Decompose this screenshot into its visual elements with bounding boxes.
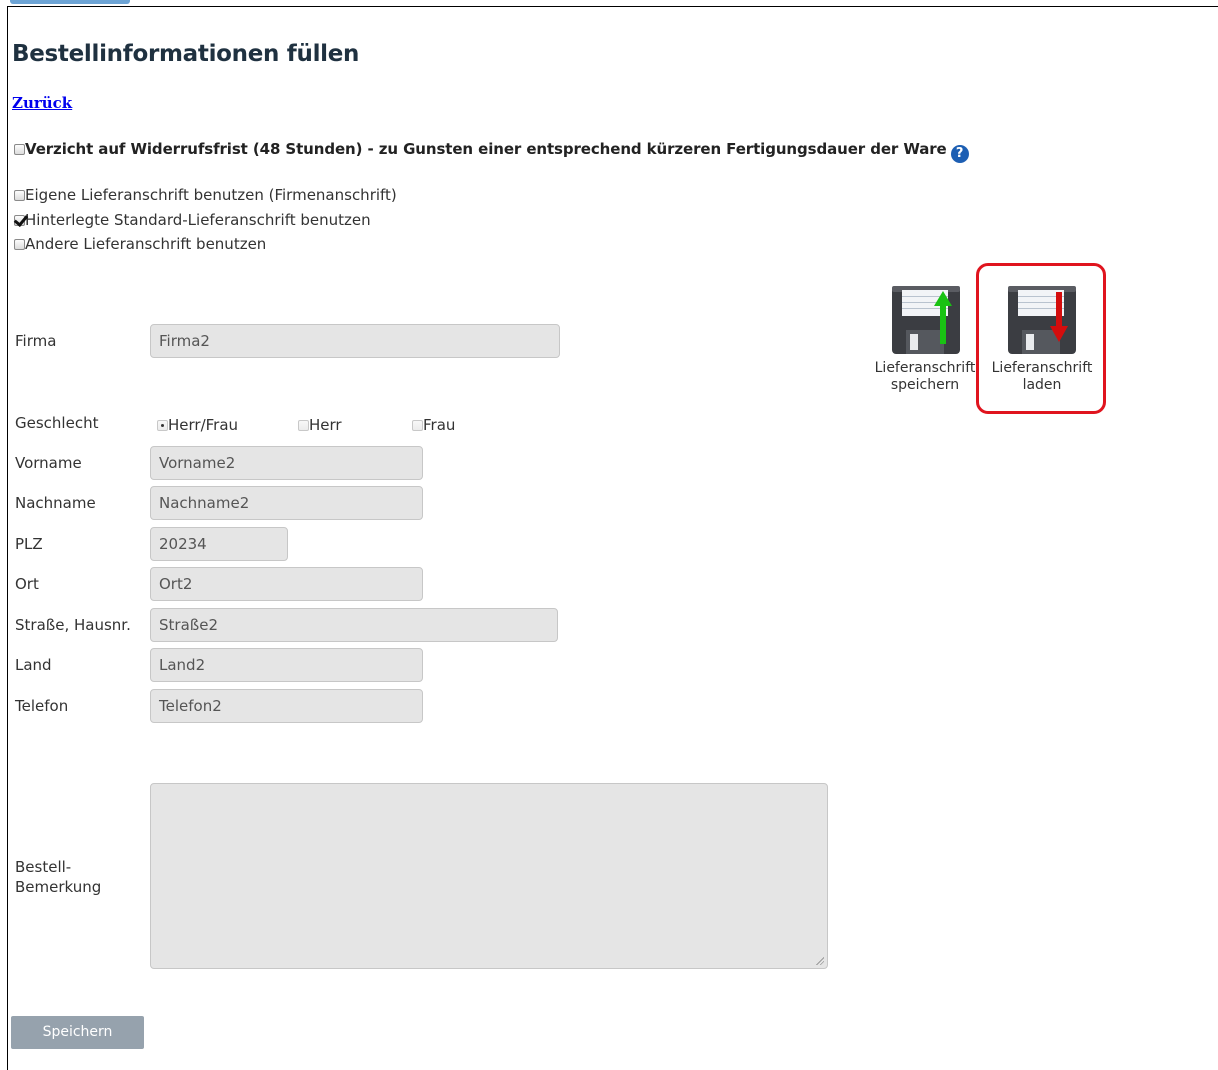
- page-title: Bestellinformationen füllen: [12, 41, 360, 67]
- bemerkung-textarea[interactable]: [150, 783, 828, 969]
- waiver-checkbox[interactable]: [14, 144, 25, 155]
- firma-field[interactable]: Firma2: [150, 324, 560, 358]
- back-link[interactable]: Zurück: [12, 94, 72, 112]
- bemerkung-label: Bestell- Bemerkung: [15, 858, 102, 896]
- land-field[interactable]: Land2: [150, 648, 423, 682]
- address-option-default-label: Hinterlegte Standard-Lieferanschrift ben…: [25, 211, 371, 229]
- save-button[interactable]: Speichern: [11, 1016, 144, 1049]
- gender-frau-radio[interactable]: [412, 420, 423, 431]
- strasse-label: Straße, Hausnr.: [15, 616, 131, 634]
- waiver-label: Verzicht auf Widerrufsfrist (48 Stunden)…: [25, 140, 947, 158]
- telefon-field[interactable]: Telefon2: [150, 689, 423, 723]
- address-option-own-label: Eigene Lieferanschrift benutzen (Firmena…: [25, 186, 397, 204]
- vorname-label: Vorname: [15, 454, 82, 472]
- strasse-field[interactable]: Straße2: [150, 608, 558, 642]
- address-option-own[interactable]: Eigene Lieferanschrift benutzen (Firmena…: [14, 185, 397, 204]
- address-option-own-checkbox[interactable]: [14, 190, 25, 201]
- ort-field[interactable]: Ort2: [150, 567, 423, 601]
- save-address-label[interactable]: Lieferanschrift speichern: [866, 360, 984, 394]
- plz-field[interactable]: 20234: [150, 527, 288, 561]
- help-icon[interactable]: ?: [950, 145, 969, 163]
- vorname-field[interactable]: Vorname2: [150, 446, 423, 480]
- gender-option-frau[interactable]: Frau: [412, 415, 455, 434]
- address-option-default-checkbox[interactable]: [14, 215, 25, 226]
- floppy-load-icon[interactable]: [1008, 286, 1076, 354]
- nachname-field[interactable]: Nachname2: [150, 486, 423, 520]
- gender-herrfrau-label: Herr/Frau: [168, 416, 239, 434]
- gender-frau-label: Frau: [423, 416, 456, 434]
- land-label: Land: [15, 656, 52, 674]
- gender-option-herr[interactable]: Herr: [298, 415, 342, 434]
- textarea-resize-handle[interactable]: [816, 957, 824, 965]
- waiver-row[interactable]: Verzicht auf Widerrufsfrist (48 Stunden)…: [14, 139, 969, 163]
- geschlecht-label: Geschlecht: [15, 414, 99, 432]
- address-option-other-label: Andere Lieferanschrift benutzen: [25, 235, 267, 253]
- gender-herrfrau-radio[interactable]: [157, 420, 168, 431]
- plz-label: PLZ: [15, 535, 43, 553]
- address-option-other-checkbox[interactable]: [14, 239, 25, 250]
- gender-herr-label: Herr: [309, 416, 342, 434]
- gender-option-herrfrau[interactable]: Herr/Frau: [157, 415, 238, 434]
- nachname-label: Nachname: [15, 494, 96, 512]
- gender-herr-radio[interactable]: [298, 420, 309, 431]
- floppy-save-icon[interactable]: [892, 286, 960, 354]
- ort-label: Ort: [15, 575, 39, 593]
- load-address-label[interactable]: Lieferanschrift laden: [984, 360, 1100, 394]
- firma-label: Firma: [15, 332, 57, 350]
- telefon-label: Telefon: [15, 697, 69, 715]
- address-option-default[interactable]: Hinterlegte Standard-Lieferanschrift ben…: [14, 210, 371, 229]
- address-option-other[interactable]: Andere Lieferanschrift benutzen: [14, 234, 266, 253]
